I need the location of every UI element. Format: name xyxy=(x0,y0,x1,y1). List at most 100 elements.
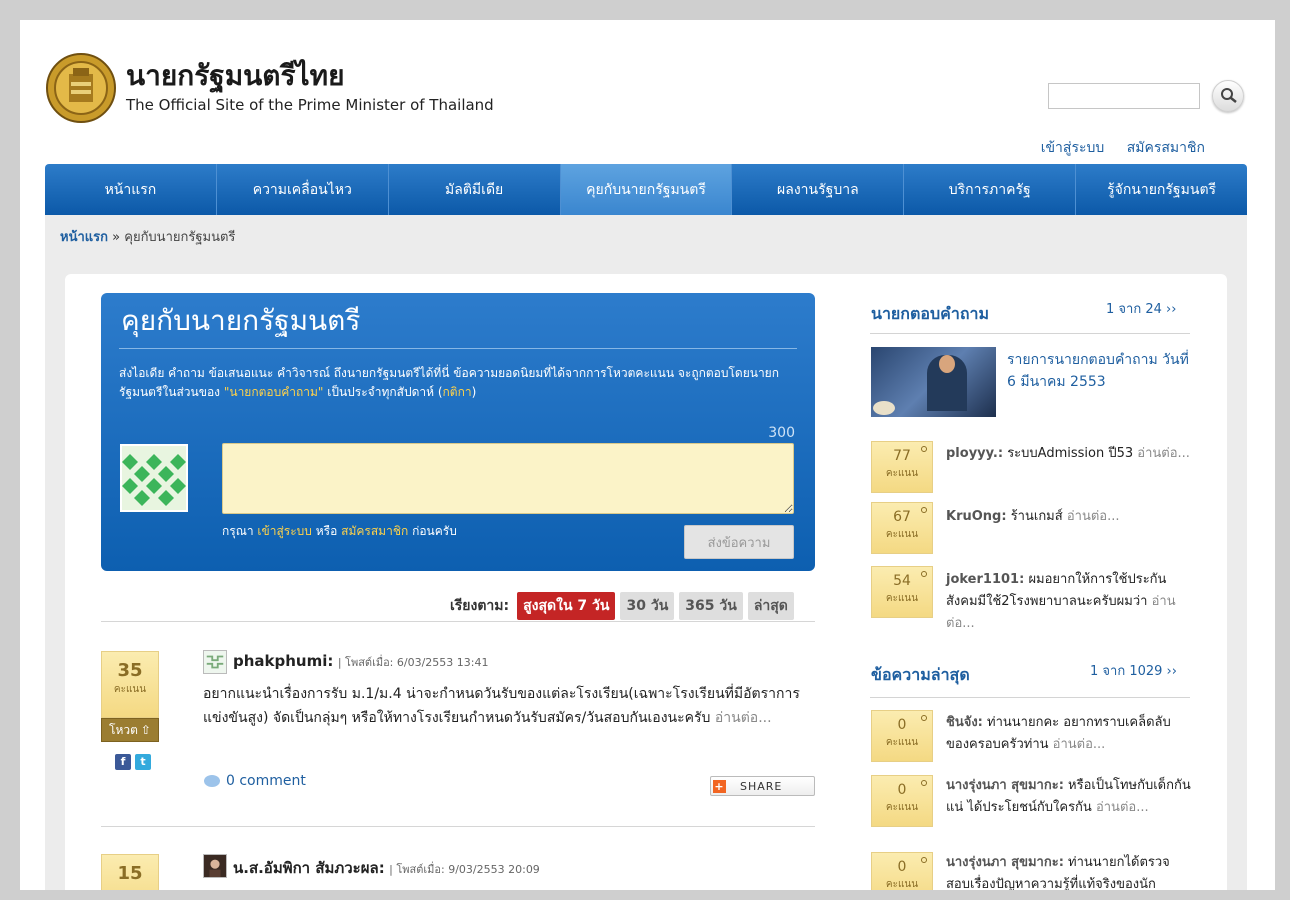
read-more-link[interactable]: อ่านต่อ... xyxy=(1067,509,1120,524)
list-item-author[interactable]: ployyy.: xyxy=(946,446,1003,461)
side-score-box: 0 คะแนน xyxy=(871,775,933,827)
side-score-box: 0 คะแนน xyxy=(871,852,933,890)
bullet-icon xyxy=(921,857,927,863)
list-item-text: ร้านเกมส์ xyxy=(1010,509,1063,524)
side-score-unit: คะแนน xyxy=(885,529,919,540)
post-score: 35 xyxy=(117,660,143,681)
share-label: SHARE xyxy=(740,779,783,793)
compose-desc-text-3: ) xyxy=(471,385,477,399)
breadcrumb-home[interactable]: หน้าแรก xyxy=(60,230,108,245)
post-header: phakphumi: | โพสต์เมื่อ: 6/03/2553 13:41 xyxy=(233,652,488,671)
divider xyxy=(870,697,1190,698)
post-author[interactable]: phakphumi: xyxy=(233,652,333,670)
read-more-link[interactable]: อ่านต่อ... xyxy=(1053,737,1106,752)
post-score-unit: คะแนน xyxy=(113,684,147,695)
thumbnail-face xyxy=(939,355,955,373)
side-score-unit: คะแนน xyxy=(885,737,919,748)
post-score-box: 35 คะแนน xyxy=(101,651,159,718)
list-item-author[interactable]: นางรุ่งนภา สุขมากะ: xyxy=(946,855,1064,870)
account-links: เข้าสู่ระบบ สมัครสมาชิก xyxy=(1023,137,1205,159)
list-item-author[interactable]: ชินจัง: xyxy=(946,715,983,730)
post-score: 15 xyxy=(117,863,143,884)
list-item: นางรุ่งนภา สุขมากะ: หรือเป็นโทษกับเด็กกั… xyxy=(946,775,1191,819)
facebook-icon[interactable]: f xyxy=(115,754,131,770)
search-input[interactable] xyxy=(1048,83,1200,109)
compose-title: คุยกับนายกรัฐมนตรี xyxy=(121,304,361,337)
list-item-author[interactable]: นางรุ่งนภา สุขมากะ: xyxy=(946,778,1064,793)
pm-video-title[interactable]: รายการนายกตอบคำถาม วันที่ 6 มีนาคม 2553 xyxy=(1007,349,1192,393)
send-message-button[interactable]: ส่งข้อความ xyxy=(684,525,794,559)
nav-item-news[interactable]: ความเคลื่อนไหว xyxy=(217,164,389,215)
thumbnail-flowers xyxy=(873,401,895,415)
side-score-unit: คะแนน xyxy=(885,593,919,604)
compose-desc-text-2: เป็นประจำทุกสัปดาห์ ( xyxy=(327,385,443,399)
post-header: น.ส.อัมพิกา สัมภวะผล: | โพสต์เมื่อ: 9/03… xyxy=(233,856,540,880)
nav-item-gov-services[interactable]: บริการภาครัฐ xyxy=(904,164,1077,215)
sort-label: เรียงตาม: xyxy=(450,598,510,614)
bullet-icon xyxy=(921,715,927,721)
login-prompt-post: ก่อนครับ xyxy=(412,524,457,538)
site-title[interactable]: นายกรัฐมนตรีไทย xyxy=(126,54,344,98)
latest-messages-pager[interactable]: 1 จาก 1029 ›› xyxy=(1090,660,1177,681)
char-counter: 300 xyxy=(768,425,795,441)
compose-register-link[interactable]: สมัครสมาชิก xyxy=(341,524,408,538)
nav-item-home[interactable]: หน้าแรก xyxy=(45,164,217,215)
sort-bar: เรียงตาม: สูงสุดใน 7 วัน 30 วัน 365 วัน … xyxy=(450,592,794,620)
post-author[interactable]: น.ส.อัมพิกา สัมภวะผล: xyxy=(233,859,385,877)
post-text: อยากแนะนำเรื่องการรับ ม.1/ม.4 น่าจะกำหนด… xyxy=(203,686,800,726)
comments-link[interactable]: 0 comment xyxy=(204,773,306,789)
nav-item-gov-results[interactable]: ผลงานรัฐบาล xyxy=(732,164,905,215)
breadcrumb-separator: » xyxy=(112,230,121,245)
sort-30-days[interactable]: 30 วัน xyxy=(620,592,675,620)
post-author-avatar xyxy=(203,854,227,878)
pm-answers-link[interactable]: "นายกตอบคำถาม" xyxy=(224,385,324,399)
pm-answers-heading[interactable]: นายกตอบคำถาม xyxy=(871,302,989,327)
side-score-unit: คะแนน xyxy=(885,468,919,479)
bullet-icon xyxy=(921,507,927,513)
share-button[interactable]: + SHARE xyxy=(710,776,815,796)
bullet-icon xyxy=(921,780,927,786)
vote-label: โหวต xyxy=(109,722,138,737)
register-link[interactable]: สมัครสมาชิก xyxy=(1127,140,1205,156)
read-more-link[interactable]: อ่านต่อ... xyxy=(1096,800,1149,815)
list-item-author[interactable]: KruOng: xyxy=(946,509,1007,524)
side-score-box: 54 คะแนน xyxy=(871,566,933,618)
list-item: ployyy.: ระบบAdmission ปี53 อ่านต่อ... xyxy=(946,443,1191,465)
post-meta: | โพสต์เมื่อ: 6/03/2553 13:41 xyxy=(337,656,489,669)
compose-box: คุยกับนายกรัฐมนตรี ส่งไอเดีย คำถาม ข้อเส… xyxy=(101,293,815,571)
sort-365-days[interactable]: 365 วัน xyxy=(679,592,743,620)
login-prompt-text: กรุณา xyxy=(222,524,254,538)
vote-button[interactable]: โหวต ⇧ xyxy=(101,718,159,742)
login-link[interactable]: เข้าสู่ระบบ xyxy=(1041,140,1105,156)
read-more-link[interactable]: อ่านต่อ... xyxy=(1137,446,1190,461)
nav-item-multimedia[interactable]: มัลติมีเดีย xyxy=(389,164,561,215)
main-nav: หน้าแรก ความเคลื่อนไหว มัลติมีเดีย คุยกั… xyxy=(45,164,1247,215)
list-item: KruOng: ร้านเกมส์ อ่านต่อ... xyxy=(946,506,1191,528)
nav-item-about-pm[interactable]: รู้จักนายกรัฐมนตรี xyxy=(1076,164,1247,215)
post-body: อยากแนะนำเรื่องการรับ ม.1/ม.4 น่าจะกำหนด… xyxy=(203,682,815,730)
comment-icon xyxy=(204,775,220,787)
thai-government-emblem-icon xyxy=(46,53,116,123)
read-more-link[interactable]: อ่านต่อ... xyxy=(715,710,772,726)
page-frame: นายกรัฐมนตรีไทย The Official Site of the… xyxy=(20,20,1275,890)
compose-login-link[interactable]: เข้าสู่ระบบ xyxy=(257,524,312,538)
search-button[interactable] xyxy=(1212,80,1244,112)
nav-item-talk-to-pm[interactable]: คุยกับนายกรัฐมนตรี xyxy=(560,164,733,215)
sort-latest[interactable]: ล่าสุด xyxy=(747,592,794,620)
side-score-box: 67 คะแนน xyxy=(871,502,933,554)
comments-count: 0 comment xyxy=(226,773,306,789)
latest-messages-heading[interactable]: ข้อความล่าสุด xyxy=(871,663,970,688)
post-score-box: 15 xyxy=(101,854,159,890)
rules-link[interactable]: กติกา xyxy=(443,385,472,399)
list-item: joker1101: ผมอยากให้การใช้ประกันสังคมมีใ… xyxy=(946,569,1191,635)
list-item-author[interactable]: joker1101: xyxy=(946,572,1024,587)
post-author-avatar xyxy=(203,650,227,674)
twitter-icon[interactable]: t xyxy=(135,754,151,770)
breadcrumb-current: คุยกับนายกรัฐมนตรี xyxy=(124,230,236,245)
pm-answers-pager[interactable]: 1 จาก 24 ›› xyxy=(1106,298,1176,319)
divider xyxy=(101,621,815,622)
search-icon xyxy=(1221,88,1237,103)
pm-video-thumbnail[interactable] xyxy=(871,347,996,417)
message-textarea[interactable] xyxy=(222,443,794,514)
sort-top-7-days[interactable]: สูงสุดใน 7 วัน xyxy=(517,592,616,620)
